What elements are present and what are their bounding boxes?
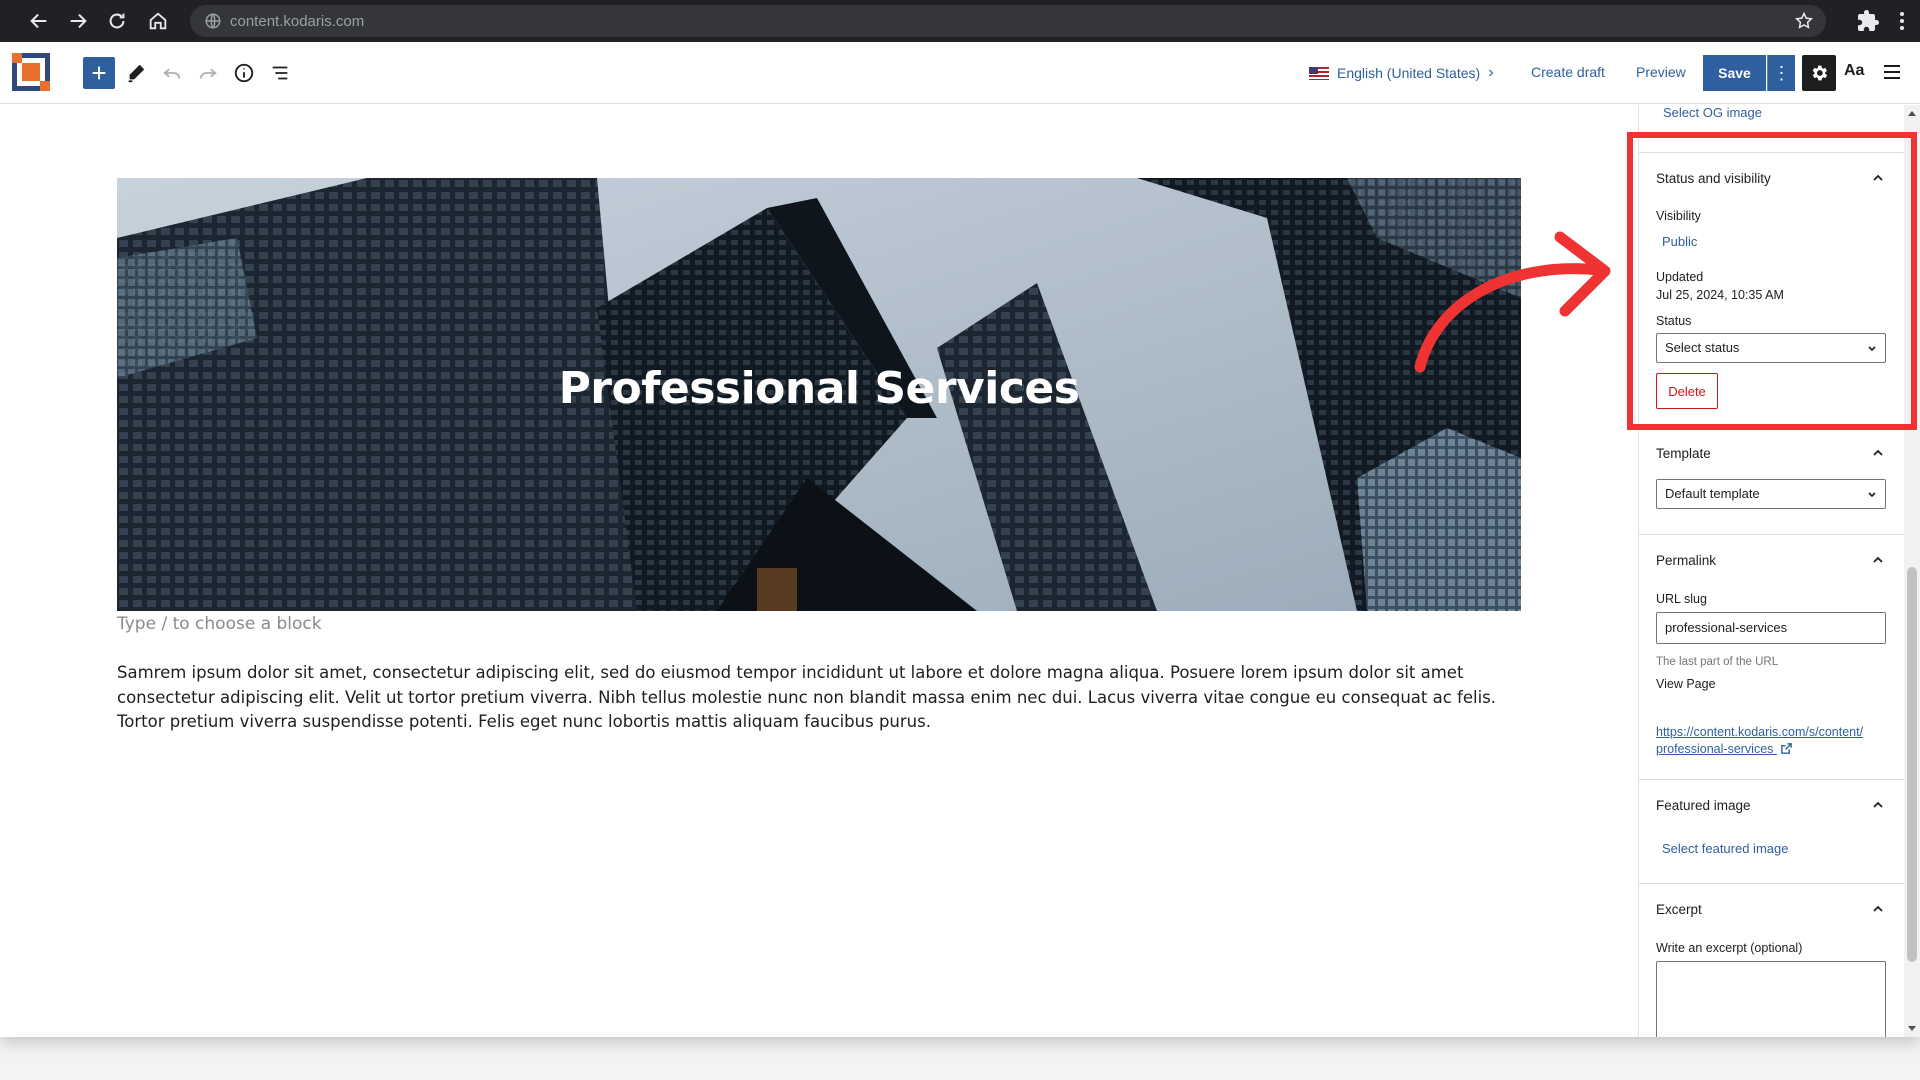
info-icon [234, 63, 254, 83]
chevron-up-icon[interactable] [1871, 446, 1885, 460]
save-button[interactable]: Save [1703, 55, 1766, 91]
home-icon[interactable] [143, 6, 173, 36]
featured-image-title[interactable]: Featured image [1656, 798, 1751, 813]
redo-icon [199, 68, 217, 79]
permalink-panel: Permalink URL slug professional-services… [1639, 534, 1904, 779]
undo-icon [163, 68, 181, 79]
chevron-right-icon: › [1488, 64, 1494, 81]
template-select[interactable]: Default template [1656, 479, 1886, 509]
excerpt-label: Write an excerpt (optional) [1656, 941, 1803, 955]
chevron-up-icon[interactable] [1871, 553, 1885, 567]
options-menu-button[interactable] [1882, 60, 1902, 84]
forward-icon[interactable] [63, 6, 93, 36]
permalink-title[interactable]: Permalink [1656, 553, 1716, 568]
language-selector[interactable]: English (United States) › [1309, 64, 1494, 82]
address-bar[interactable]: content.kodaris.com [190, 5, 1826, 37]
pencil-icon [128, 64, 145, 83]
cover-title[interactable]: Professional Services [117, 363, 1521, 414]
editor-toolbar: English (United States) › Create draft P… [0, 42, 1920, 104]
template-select-value: Default template [1665, 486, 1760, 501]
template-panel: Template Default template [1639, 427, 1904, 534]
site-info-icon[interactable] [204, 12, 222, 30]
browser-toolbar: content.kodaris.com [0, 0, 1920, 42]
template-title[interactable]: Template [1656, 446, 1711, 461]
undo-button[interactable] [156, 57, 188, 89]
list-view-button[interactable] [264, 57, 296, 89]
app-frame: content.kodaris.com English (United Stat… [0, 0, 1920, 1037]
permalink-url-line2: professional-services [1656, 742, 1774, 756]
url-slug-label: URL slug [1656, 592, 1707, 606]
select-og-image-link[interactable]: Select OG image [1663, 105, 1762, 120]
scroll-up-icon[interactable] [1908, 111, 1916, 116]
permalink-url-link[interactable]: https://content.kodaris.com/s/content/ p… [1656, 724, 1886, 758]
details-button[interactable] [228, 57, 260, 89]
chevron-down-icon [1868, 492, 1876, 498]
list-view-icon [272, 66, 288, 80]
block-placeholder[interactable]: Type / to choose a block [117, 614, 322, 634]
edit-tool-button[interactable] [120, 57, 152, 89]
excerpt-title[interactable]: Excerpt [1656, 902, 1702, 917]
styles-button[interactable]: Aa [1844, 62, 1864, 80]
us-flag-icon [1309, 66, 1329, 80]
url-slug-help: The last part of the URL [1656, 656, 1779, 668]
view-page-label: View Page [1656, 677, 1716, 691]
bookmark-star-icon[interactable] [1794, 11, 1814, 31]
chevron-up-icon[interactable] [1871, 902, 1885, 916]
paragraph-block[interactable]: Samrem ipsum dolor sit amet, consectetur… [117, 661, 1527, 735]
back-icon[interactable] [24, 6, 54, 36]
annotation-highlight-box [1627, 132, 1917, 430]
url-text: content.kodaris.com [230, 13, 365, 30]
save-options-button[interactable]: ⋮ [1767, 55, 1795, 91]
hamburger-icon [1884, 65, 1900, 79]
select-featured-image-link[interactable]: Select featured image [1662, 841, 1788, 856]
vertical-dots-icon: ⋮ [1772, 62, 1791, 83]
editor-canvas[interactable]: Professional Services Type / to choose a… [0, 105, 1638, 1037]
excerpt-textarea[interactable] [1656, 961, 1886, 1037]
language-label: English (United States) [1337, 65, 1481, 81]
reload-icon[interactable] [102, 6, 132, 36]
extensions-puzzle-icon[interactable] [1856, 9, 1880, 33]
chevron-up-icon[interactable] [1871, 798, 1885, 812]
add-block-button[interactable] [83, 57, 115, 89]
excerpt-panel: Excerpt Write an excerpt (optional) [1639, 883, 1904, 1037]
external-link-icon [1781, 743, 1792, 754]
kodaris-logo[interactable] [12, 53, 50, 91]
create-draft-link[interactable]: Create draft [1531, 64, 1605, 80]
featured-image-panel: Featured image Select featured image [1639, 779, 1904, 883]
browser-menu-icon[interactable] [1892, 9, 1912, 33]
annotation-arrow [1414, 231, 1611, 373]
scrollbar-thumb[interactable] [1907, 567, 1917, 962]
permalink-url-line1: https://content.kodaris.com/s/content/ [1656, 725, 1864, 739]
redo-button[interactable] [192, 57, 224, 89]
url-slug-input[interactable]: professional-services [1656, 612, 1886, 644]
cover-block[interactable]: Professional Services [117, 178, 1521, 611]
gear-icon [1812, 65, 1828, 81]
plus-icon [92, 66, 106, 80]
preview-link[interactable]: Preview [1636, 64, 1686, 80]
scroll-down-icon[interactable] [1908, 1026, 1916, 1031]
settings-button[interactable] [1802, 55, 1836, 91]
